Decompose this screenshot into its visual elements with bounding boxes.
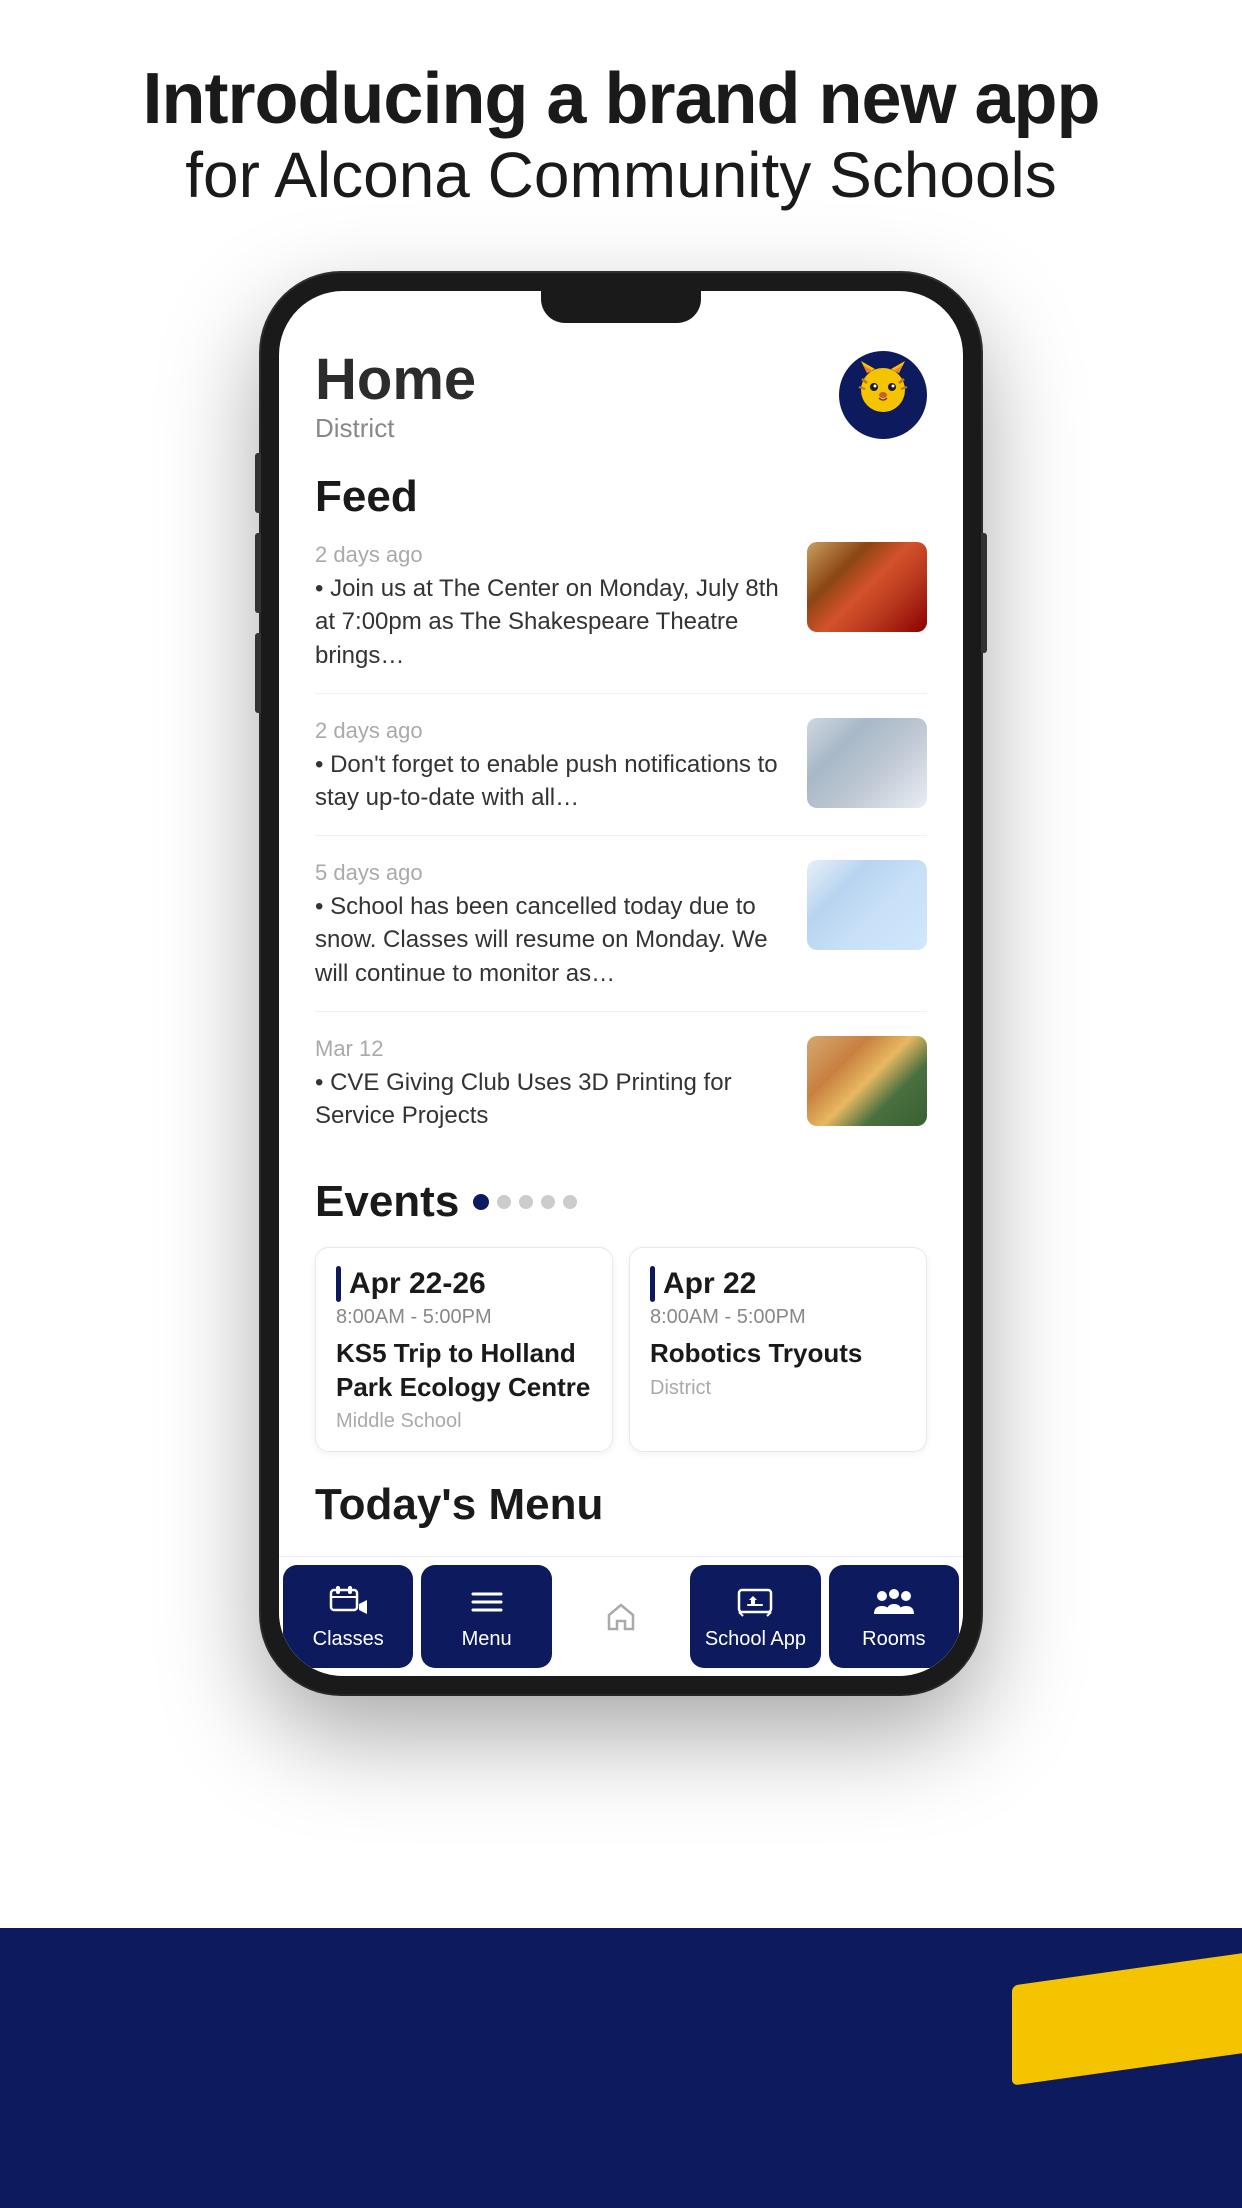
headline-bold: Introducing a brand new app	[142, 60, 1099, 139]
event-date: Apr 22	[650, 1266, 906, 1302]
feed-item[interactable]: Mar 12 • CVE Giving Club Uses 3D Printin…	[315, 1036, 927, 1153]
screen-inner: Home District	[279, 291, 963, 1547]
feed-item-text: 2 days ago • Don't forget to enable push…	[315, 718, 791, 815]
feed-thumbnail	[807, 1036, 927, 1126]
event-location: District	[650, 1377, 906, 1400]
phone-side-btn-mute	[255, 453, 261, 513]
avatar[interactable]	[839, 351, 927, 439]
home-title-block: Home District	[315, 351, 476, 444]
feed-timestamp: 2 days ago	[315, 542, 791, 568]
events-dot	[497, 1195, 511, 1209]
nav-item-rooms[interactable]: Rooms	[829, 1565, 959, 1668]
phone-side-btn-vol-down	[255, 633, 261, 713]
screen-home-header: Home District	[315, 351, 927, 444]
home-title: Home	[315, 351, 476, 409]
feed-thumbnail	[807, 542, 927, 632]
event-name: Robotics Tryouts	[650, 1337, 906, 1371]
phone-screen: Home District	[279, 291, 963, 1677]
feed-timestamp: 5 days ago	[315, 860, 791, 886]
nav-item-menu[interactable]: Menu	[421, 1565, 551, 1668]
menu-icon	[463, 1582, 511, 1622]
feed-body: • Don't forget to enable push notificati…	[315, 748, 791, 815]
home-icon	[597, 1597, 645, 1637]
nav-item-school-app[interactable]: School App	[690, 1565, 820, 1668]
event-date: Apr 22-26	[336, 1266, 592, 1302]
events-dot	[563, 1195, 577, 1209]
events-row: Apr 22-26 8:00AM - 5:00PM KS5 Trip to Ho…	[315, 1247, 927, 1453]
event-location: Middle School	[336, 1410, 592, 1433]
page-content: Introducing a brand new app for Alcona C…	[0, 0, 1242, 1694]
phone-mockup: Home District	[261, 273, 981, 1695]
nav-item-home[interactable]	[556, 1557, 686, 1676]
feed-body: • Join us at The Center on Monday, July …	[315, 572, 791, 673]
event-time: 8:00AM - 5:00PM	[650, 1306, 906, 1329]
feed-item-text: Mar 12 • CVE Giving Club Uses 3D Printin…	[315, 1036, 791, 1133]
event-time: 8:00AM - 5:00PM	[336, 1306, 592, 1329]
phone-notch	[541, 291, 701, 323]
feed-section-title: Feed	[315, 472, 927, 522]
header-section: Introducing a brand new app for Alcona C…	[82, 60, 1159, 253]
feed-item[interactable]: 5 days ago • School has been cancelled t…	[315, 860, 927, 1012]
feed-item[interactable]: 2 days ago • Join us at The Center on Mo…	[315, 542, 927, 694]
tiger-avatar-icon	[843, 355, 923, 435]
home-subtitle: District	[315, 413, 476, 444]
event-bar	[650, 1266, 655, 1302]
events-section-title: Events	[315, 1177, 459, 1227]
nav-label-classes: Classes	[313, 1628, 384, 1651]
feed-item-text: 2 days ago • Join us at The Center on Mo…	[315, 542, 791, 673]
event-card[interactable]: Apr 22 8:00AM - 5:00PM Robotics Tryouts …	[629, 1247, 927, 1453]
feed-timestamp: 2 days ago	[315, 718, 791, 744]
events-dot	[541, 1195, 555, 1209]
events-dots	[473, 1194, 577, 1210]
rooms-icon	[870, 1582, 918, 1622]
phone-outer: Home District	[261, 273, 981, 1695]
phone-side-btn-power	[981, 533, 987, 653]
feed-body: • School has been cancelled today due to…	[315, 890, 791, 991]
events-dot-active	[473, 1194, 489, 1210]
bottom-nav: Classes Menu	[279, 1556, 963, 1676]
nav-label-rooms: Rooms	[862, 1628, 925, 1651]
phone-side-btn-vol-up	[255, 533, 261, 613]
headline-regular: for Alcona Community Schools	[142, 139, 1099, 213]
todays-menu-title: Today's Menu	[315, 1480, 927, 1546]
bottom-decoration	[0, 1888, 1242, 2208]
feed-thumbnail	[807, 860, 927, 950]
event-name: KS5 Trip to Holland Park Ecology Centre	[336, 1337, 592, 1405]
nav-label-menu: Menu	[462, 1628, 512, 1651]
classes-icon	[324, 1582, 372, 1622]
event-bar	[336, 1266, 341, 1302]
school-app-icon	[731, 1582, 779, 1622]
feed-item[interactable]: 2 days ago • Don't forget to enable push…	[315, 718, 927, 836]
feed-timestamp: Mar 12	[315, 1036, 791, 1062]
nav-item-classes[interactable]: Classes	[283, 1565, 413, 1668]
nav-label-school-app: School App	[705, 1628, 806, 1651]
event-card[interactable]: Apr 22-26 8:00AM - 5:00PM KS5 Trip to Ho…	[315, 1247, 613, 1453]
feed-thumbnail	[807, 718, 927, 808]
events-dot	[519, 1195, 533, 1209]
feed-item-text: 5 days ago • School has been cancelled t…	[315, 860, 791, 991]
feed-body: • CVE Giving Club Uses 3D Printing for S…	[315, 1066, 791, 1133]
events-header: Events	[315, 1177, 927, 1227]
